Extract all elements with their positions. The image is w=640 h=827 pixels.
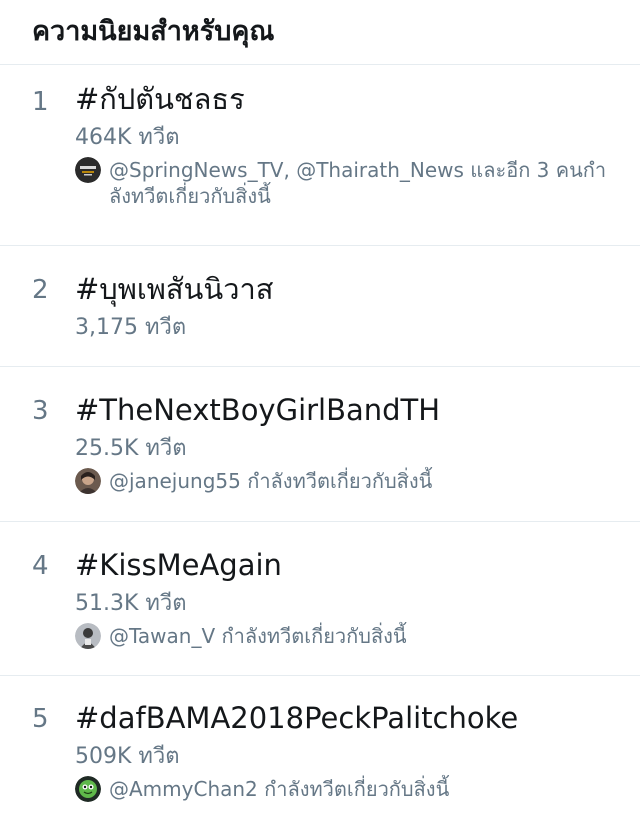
tweet-count: 3,175 ทวีต (75, 315, 187, 340)
trend-item[interactable]: 4 #KissMeAgain 51.3K ทวีต @Tawan_V กำลัง… (0, 522, 640, 676)
user-photo-avatar[interactable] (75, 468, 101, 494)
user-photo-avatar[interactable] (75, 623, 101, 649)
context-text: @Tawan_V กำลังทวีตเกี่ยวกับสิ่งนี้ (109, 624, 407, 648)
tweet-count: 509K ทวีต (75, 744, 180, 769)
trend-context: @janejung55 กำลังทวีตเกี่ยวกับสิ่งนี้ (75, 468, 640, 494)
tweet-count: 25.5K ทวีต (75, 436, 187, 461)
trend-context: @Tawan_V กำลังทวีตเกี่ยวกับสิ่งนี้ (75, 623, 640, 649)
springnews-logo-avatar[interactable] (75, 157, 101, 183)
trend-rank: 5 (32, 704, 49, 734)
trend-item[interactable]: 1 #กัปตันชลธร 464K ทวีต @SpringNews_TV, … (0, 65, 640, 246)
trend-item[interactable]: 5 #dafBAMA2018PeckPalitchoke 509K ทวีต @… (0, 676, 640, 826)
trend-item[interactable]: 2 #บุพเพสันนิวาส 3,175 ทวีต (0, 246, 640, 367)
trend-rank: 4 (32, 551, 49, 581)
trend-hashtag[interactable]: #KissMeAgain (75, 547, 640, 583)
trend-rank: 1 (32, 87, 49, 117)
tweet-count: 51.3K ทวีต (75, 591, 187, 616)
trend-item[interactable]: 3 #TheNextBoyGirlBandTH 25.5K ทวีต @jane… (0, 367, 640, 522)
trend-hashtag[interactable]: #บุพเพสันนิวาส (75, 271, 640, 307)
trends-header: ความนิยมสำหรับคุณ (0, 0, 640, 65)
tweet-count: 464K ทวีต (75, 125, 180, 150)
trend-hashtag[interactable]: #กัปตันชลธร (75, 81, 640, 117)
character-avatar[interactable] (75, 776, 101, 802)
trend-context: @SpringNews_TV, @Thairath_News และอีก 3 … (75, 157, 640, 209)
trend-hashtag[interactable]: #TheNextBoyGirlBandTH (75, 392, 640, 428)
context-text: @SpringNews_TV, @Thairath_News และอีก 3 … (109, 158, 607, 208)
trend-context: @AmmyChan2 กำลังทวีตเกี่ยวกับสิ่งนี้ (75, 776, 640, 802)
page-title: ความนิยมสำหรับคุณ (32, 16, 275, 47)
trend-hashtag[interactable]: #dafBAMA2018PeckPalitchoke (75, 700, 640, 736)
trend-rank: 3 (32, 396, 49, 426)
context-text: @janejung55 กำลังทวีตเกี่ยวกับสิ่งนี้ (109, 469, 433, 493)
trend-rank: 2 (32, 275, 49, 305)
context-text: @AmmyChan2 กำลังทวีตเกี่ยวกับสิ่งนี้ (109, 777, 450, 801)
